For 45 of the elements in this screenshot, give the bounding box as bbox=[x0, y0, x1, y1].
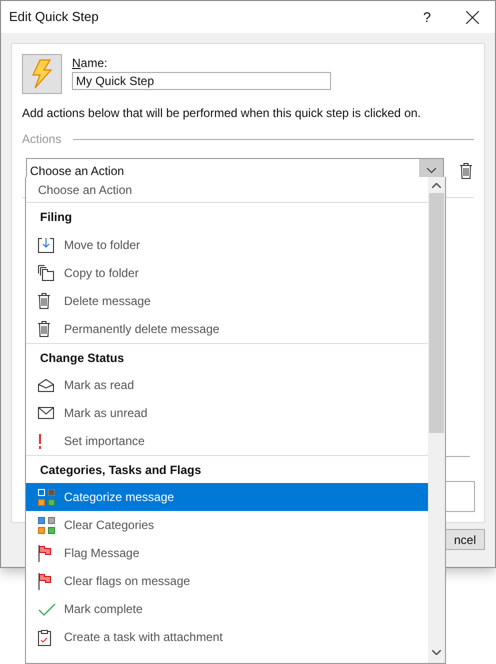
group-heading: Categories, Tasks and Flags bbox=[40, 462, 202, 478]
flag-icon bbox=[38, 572, 52, 590]
action-option[interactable]: Flag Message bbox=[26, 539, 428, 567]
action-option[interactable]: Mark complete bbox=[26, 595, 428, 623]
trash-icon bbox=[38, 321, 50, 337]
action-option[interactable]: Delete message bbox=[26, 287, 428, 315]
category-grid-icon bbox=[38, 516, 55, 534]
action-option[interactable]: Categorize message bbox=[26, 483, 428, 511]
actions-label: Actions bbox=[22, 131, 62, 148]
scrollbar[interactable] bbox=[428, 177, 445, 663]
action-option[interactable]: Clear Categories bbox=[26, 511, 428, 539]
scroll-up-icon[interactable] bbox=[432, 183, 441, 188]
name-field[interactable]: My Quick Step bbox=[72, 72, 331, 90]
scroll-down-icon[interactable] bbox=[432, 650, 441, 655]
instruction-text: Add actions below that will be performed when this quick step is clicked on. bbox=[22, 105, 422, 122]
action-option[interactable]: Copy to folder bbox=[26, 259, 428, 287]
category-grid-icon bbox=[38, 488, 55, 506]
group-heading: Change Status bbox=[40, 350, 124, 366]
checkmark-icon bbox=[38, 602, 56, 616]
action-option[interactable]: Mark as read bbox=[26, 371, 428, 399]
flag-icon bbox=[38, 544, 52, 562]
action-option[interactable]: Mark as unread bbox=[26, 399, 428, 427]
copy-folder-icon bbox=[38, 265, 54, 281]
action-option[interactable]: Move to folder bbox=[26, 231, 428, 259]
delete-action-icon bbox=[460, 162, 472, 178]
action-option[interactable]: Permanently delete message bbox=[26, 315, 428, 343]
name-label: Name: bbox=[72, 55, 108, 72]
help-button[interactable]: ? bbox=[405, 1, 449, 33]
close-icon bbox=[466, 10, 478, 24]
folder-arrow-icon bbox=[38, 238, 54, 252]
placeholder-option[interactable]: Choose an Action bbox=[26, 177, 428, 203]
lightning-bolt-icon bbox=[31, 59, 53, 89]
window-title: Edit Quick Step bbox=[9, 8, 100, 26]
open-envelope-icon bbox=[38, 378, 54, 392]
quick-step-icon-button[interactable] bbox=[22, 54, 62, 94]
exclamation-icon bbox=[38, 434, 42, 448]
action-option[interactable]: Clear flags on message bbox=[26, 567, 428, 595]
scroll-thumb[interactable] bbox=[429, 193, 444, 433]
chevron-down-icon bbox=[426, 168, 436, 173]
action-option[interactable]: Create a task with attachment bbox=[26, 623, 428, 651]
trash-icon bbox=[38, 293, 50, 309]
action-option[interactable]: Set importance bbox=[26, 427, 428, 455]
envelope-icon bbox=[38, 407, 54, 419]
clipboard-check-icon bbox=[38, 628, 51, 646]
group-heading: Filing bbox=[40, 209, 72, 226]
